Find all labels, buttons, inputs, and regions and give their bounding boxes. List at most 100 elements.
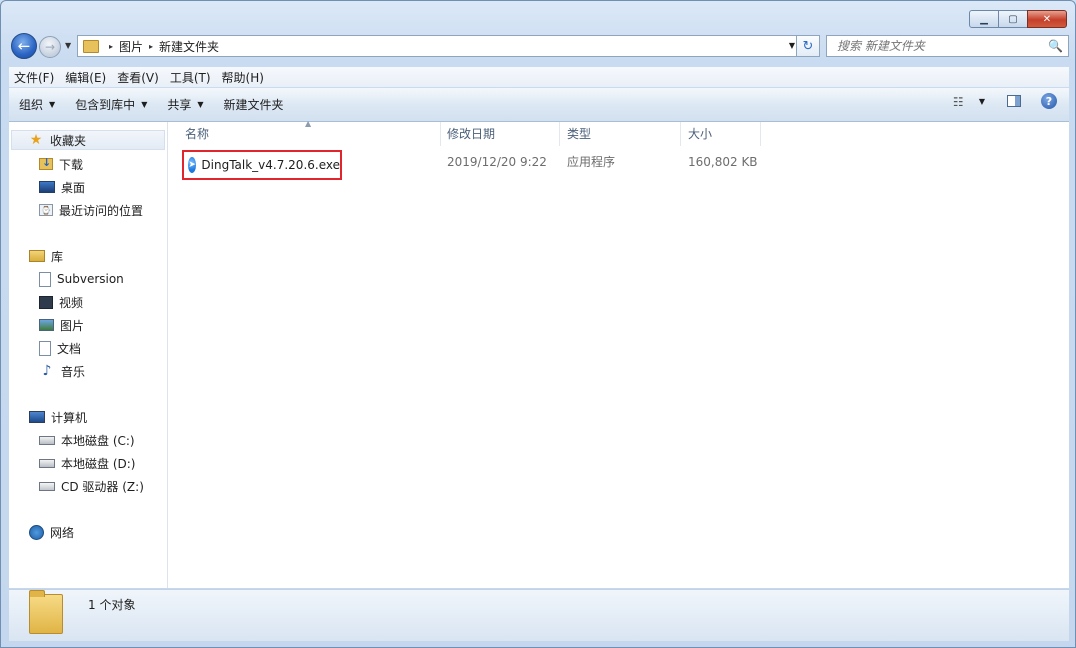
column-modified[interactable]: 修改日期 bbox=[440, 122, 560, 146]
libraries-icon bbox=[29, 250, 45, 262]
preview-pane-icon[interactable] bbox=[1007, 95, 1021, 107]
downloads-folder-icon bbox=[39, 156, 53, 170]
breadcrumb-pictures[interactable]: 图片 bbox=[119, 38, 143, 55]
nav-libraries-label: 库 bbox=[51, 249, 64, 264]
chevron-down-icon: ▼ bbox=[197, 100, 204, 109]
recent-pages-dropdown[interactable]: ▼ bbox=[65, 41, 71, 50]
music-note-icon: ♪ bbox=[42, 363, 52, 379]
star-icon: ★ bbox=[29, 132, 43, 148]
nav-item-label: 下载 bbox=[59, 157, 84, 172]
chevron-down-icon: ▼ bbox=[141, 100, 148, 109]
navigation-pane: ★ 收藏夹 下载 桌面 ⌚ 最近访问的位置 库 Subversion 视频 bbox=[9, 122, 168, 588]
pictures-icon bbox=[39, 319, 54, 331]
nav-item-label: 本地磁盘 (C:) bbox=[61, 433, 135, 448]
minimize-button[interactable]: ▁ bbox=[969, 10, 999, 28]
breadcrumb-separator[interactable]: ▸ bbox=[149, 42, 153, 51]
nav-item-label: 音乐 bbox=[61, 364, 86, 379]
menu-tools[interactable]: 工具(T) bbox=[165, 69, 216, 86]
nav-item-label: 文档 bbox=[57, 341, 82, 356]
arrow-left-icon: ← bbox=[17, 37, 31, 55]
nav-item-documents[interactable]: 文档 bbox=[39, 338, 81, 358]
file-name: DingTalk_v4.7.20.6.exe bbox=[201, 158, 340, 172]
nav-item-cd-drive[interactable]: CD 驱动器 (Z:) bbox=[39, 476, 144, 496]
computer-icon bbox=[29, 411, 45, 423]
share-label: 共享 bbox=[167, 98, 192, 112]
maximize-button[interactable]: ▢ bbox=[998, 10, 1028, 28]
menu-file[interactable]: 文件(F) bbox=[9, 69, 59, 86]
command-bar: 组织 ▼ 包含到库中 ▼ 共享 ▼ 新建文件夹 ☷ ▼ ? bbox=[9, 88, 1069, 122]
include-in-library-button[interactable]: 包含到库中 ▼ bbox=[65, 93, 157, 117]
nav-item-label: 视频 bbox=[59, 295, 84, 310]
file-size: 160,802 KB bbox=[688, 155, 758, 169]
menu-edit[interactable]: 编辑(E) bbox=[60, 69, 111, 86]
explorer-window: ▁ ▢ ✕ ← → ▼ ▸ 图片 ▸ 新建文件夹 ▼ ↻ 🔍 文件(F) 编辑(… bbox=[0, 0, 1076, 648]
nav-item-videos[interactable]: 视频 bbox=[39, 292, 83, 312]
chevron-down-icon: ▼ bbox=[49, 100, 56, 109]
table-row[interactable]: ➤ DingTalk_v4.7.20.6.exe 2019/12/20 9:22… bbox=[168, 150, 868, 180]
new-folder-button[interactable]: 新建文件夹 bbox=[214, 93, 294, 117]
column-size[interactable]: 大小 bbox=[681, 122, 761, 146]
nav-item-subversion[interactable]: Subversion bbox=[39, 269, 124, 289]
breadcrumb-new-folder[interactable]: 新建文件夹 bbox=[159, 38, 219, 55]
arrow-right-icon: → bbox=[44, 40, 56, 54]
share-button[interactable]: 共享 ▼ bbox=[157, 93, 213, 117]
view-options-icon[interactable]: ☷ bbox=[953, 95, 969, 109]
item-count: 1 个对象 bbox=[88, 598, 136, 612]
details-pane: 1 个对象 bbox=[9, 589, 1069, 641]
file-type: 应用程序 bbox=[567, 155, 616, 169]
view-options-dropdown[interactable]: ▼ bbox=[979, 97, 985, 106]
column-name[interactable]: 名称 bbox=[178, 122, 441, 146]
nav-item-label: CD 驱动器 (Z:) bbox=[61, 479, 144, 494]
help-icon[interactable]: ? bbox=[1041, 93, 1057, 109]
nav-computer[interactable]: 计算机 bbox=[29, 407, 87, 427]
navigation-row: ← → ▼ ▸ 图片 ▸ 新建文件夹 ▼ ↻ 🔍 bbox=[9, 33, 1069, 60]
document-icon bbox=[39, 271, 51, 287]
file-modified: 2019/12/20 9:22 bbox=[447, 155, 547, 169]
nav-item-pictures[interactable]: 图片 bbox=[39, 315, 84, 335]
dingtalk-app-icon: ➤ bbox=[188, 157, 197, 173]
nav-item-label: 图片 bbox=[60, 318, 85, 333]
menu-bar: 文件(F) 编辑(E) 查看(V) 工具(T) 帮助(H) bbox=[9, 67, 1069, 87]
address-history-dropdown[interactable]: ▼ bbox=[789, 41, 795, 50]
menu-view[interactable]: 查看(V) bbox=[112, 69, 164, 86]
nav-item-recent-places[interactable]: ⌚ 最近访问的位置 bbox=[39, 200, 143, 220]
caption-buttons: ▁ ▢ ✕ bbox=[969, 10, 1067, 28]
address-bar[interactable]: ▸ 图片 ▸ 新建文件夹 ▼ bbox=[77, 35, 800, 57]
organize-button[interactable]: 组织 ▼ bbox=[9, 93, 65, 117]
file-name-cell[interactable]: ➤ DingTalk_v4.7.20.6.exe bbox=[182, 150, 342, 180]
search-icon[interactable]: 🔍 bbox=[1048, 39, 1064, 53]
search-box[interactable]: 🔍 bbox=[826, 35, 1069, 57]
nav-libraries[interactable]: 库 bbox=[29, 246, 63, 266]
refresh-icon: ↻ bbox=[802, 38, 814, 54]
nav-computer-label: 计算机 bbox=[51, 410, 88, 425]
nav-item-desktop[interactable]: 桌面 bbox=[39, 177, 85, 197]
refresh-button[interactable]: ↻ bbox=[796, 35, 820, 57]
nav-item-label: 桌面 bbox=[61, 180, 86, 195]
document-icon bbox=[39, 340, 51, 356]
back-button[interactable]: ← bbox=[11, 33, 37, 59]
close-button[interactable]: ✕ bbox=[1027, 10, 1067, 28]
drive-icon bbox=[39, 458, 55, 468]
search-input[interactable] bbox=[835, 38, 1048, 54]
nav-favorites-label: 收藏夹 bbox=[50, 133, 87, 148]
nav-item-drive-d[interactable]: 本地磁盘 (D:) bbox=[39, 453, 135, 473]
desktop-icon bbox=[39, 181, 55, 193]
nav-item-music[interactable]: ♪ 音乐 bbox=[39, 361, 85, 381]
column-type[interactable]: 类型 bbox=[560, 122, 681, 146]
nav-network[interactable]: 网络 bbox=[29, 522, 74, 542]
nav-item-drive-c[interactable]: 本地磁盘 (C:) bbox=[39, 430, 135, 450]
toolbar-right: ☷ ▼ ? bbox=[953, 93, 1057, 109]
menu-help[interactable]: 帮助(H) bbox=[217, 69, 269, 86]
nav-item-downloads[interactable]: 下载 bbox=[39, 154, 83, 174]
forward-button[interactable]: → bbox=[39, 36, 61, 58]
nav-network-label: 网络 bbox=[50, 525, 75, 540]
nav-favorites[interactable]: ★ 收藏夹 bbox=[11, 130, 165, 150]
nav-item-label: 本地磁盘 (D:) bbox=[61, 456, 136, 471]
folder-icon bbox=[29, 590, 63, 634]
system-drive-icon bbox=[39, 435, 55, 445]
column-header-row: ▲ 名称 修改日期 类型 大小 bbox=[168, 119, 1069, 146]
nav-item-label: 最近访问的位置 bbox=[59, 203, 144, 218]
breadcrumb-separator[interactable]: ▸ bbox=[109, 42, 113, 51]
file-list[interactable]: ▲ 名称 修改日期 类型 大小 ➤ DingTalk_v4.7.20.6.exe… bbox=[168, 119, 1069, 588]
organize-label: 组织 bbox=[19, 98, 44, 112]
